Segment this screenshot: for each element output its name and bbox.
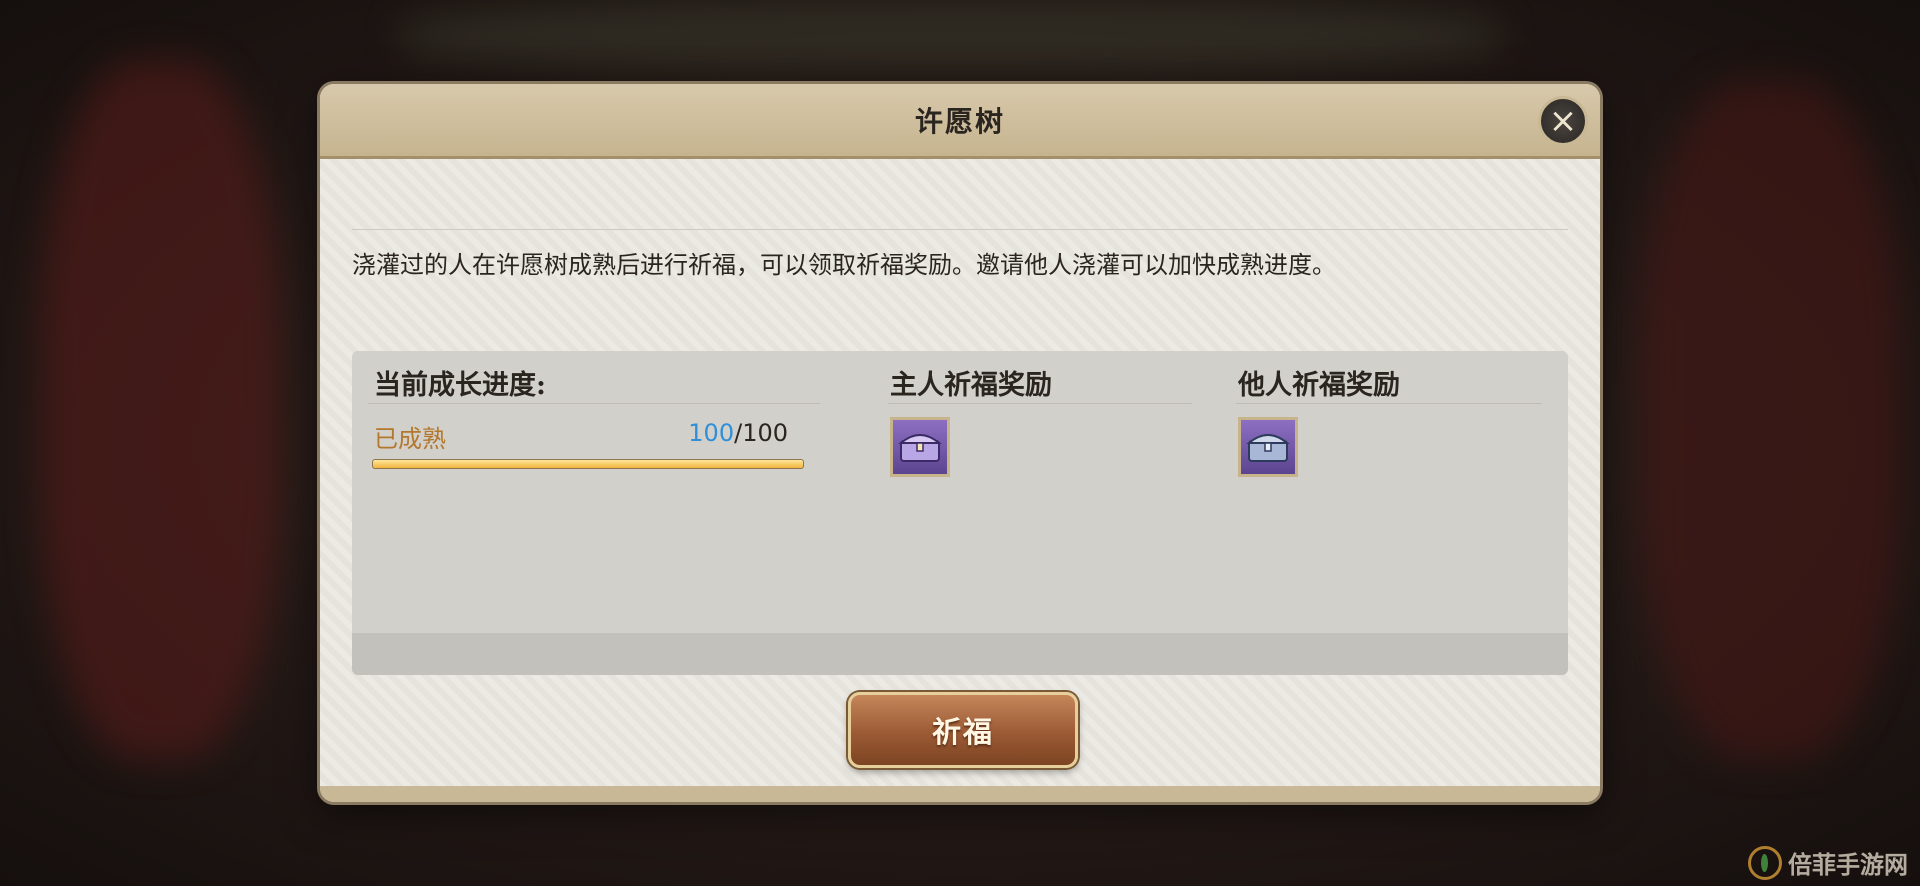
panel-footer (352, 633, 1568, 675)
watermark-text: 倍菲手游网 (1788, 850, 1908, 879)
progress-bar (372, 459, 804, 469)
other-reward-item[interactable] (1238, 417, 1298, 477)
other-reward-heading: 他人祈福奖励 (1238, 370, 1400, 401)
dialog-bottom-edge (320, 786, 1600, 802)
dialog-header: 许愿树 × (320, 84, 1600, 159)
purple-chest-icon (898, 434, 942, 462)
divider (1236, 403, 1542, 404)
dialog-body: 浇灌过的人在许愿树成熟后进行祈福，可以领取祈福奖励。邀请他人浇灌可以加快成熟进度… (320, 159, 1600, 787)
progress-count: 100/100 (652, 419, 788, 447)
progress-separator: / (734, 419, 743, 447)
background-blur (40, 60, 280, 760)
background-blur (400, 0, 1500, 70)
divider (888, 403, 1192, 404)
pray-button[interactable]: 祈福 (848, 692, 1078, 768)
background-blur (1640, 80, 1900, 760)
silver-chest-icon (1246, 434, 1290, 462)
progress-bar-fill (373, 460, 803, 468)
divider (352, 229, 1568, 230)
progress-heading: 当前成长进度: (374, 370, 546, 401)
watermark: 倍菲手游网 (1748, 845, 1908, 880)
description-text: 浇灌过的人在许愿树成熟后进行祈福，可以领取祈福奖励。邀请他人浇灌可以加快成熟进度… (352, 251, 1336, 279)
watermark-logo-icon (1748, 845, 1782, 880)
owner-reward-heading: 主人祈福奖励 (890, 370, 1052, 401)
close-icon: × (1548, 101, 1578, 141)
dialog-title: 许愿树 (914, 105, 1005, 138)
divider (368, 403, 820, 404)
info-panel: 当前成长进度: 已成熟 100/100 主人祈福奖励 他人祈福奖励 (352, 351, 1568, 675)
maturity-status: 已成熟 (374, 425, 446, 453)
owner-reward-item[interactable] (890, 417, 950, 477)
close-button[interactable]: × (1538, 96, 1588, 146)
pray-button-label: 祈福 (931, 715, 994, 749)
wish-tree-dialog: 许愿树 × 浇灌过的人在许愿树成熟后进行祈福，可以领取祈福奖励。邀请他人浇灌可以… (320, 84, 1600, 802)
progress-current: 100 (688, 419, 735, 447)
progress-max: 100 (742, 419, 788, 447)
